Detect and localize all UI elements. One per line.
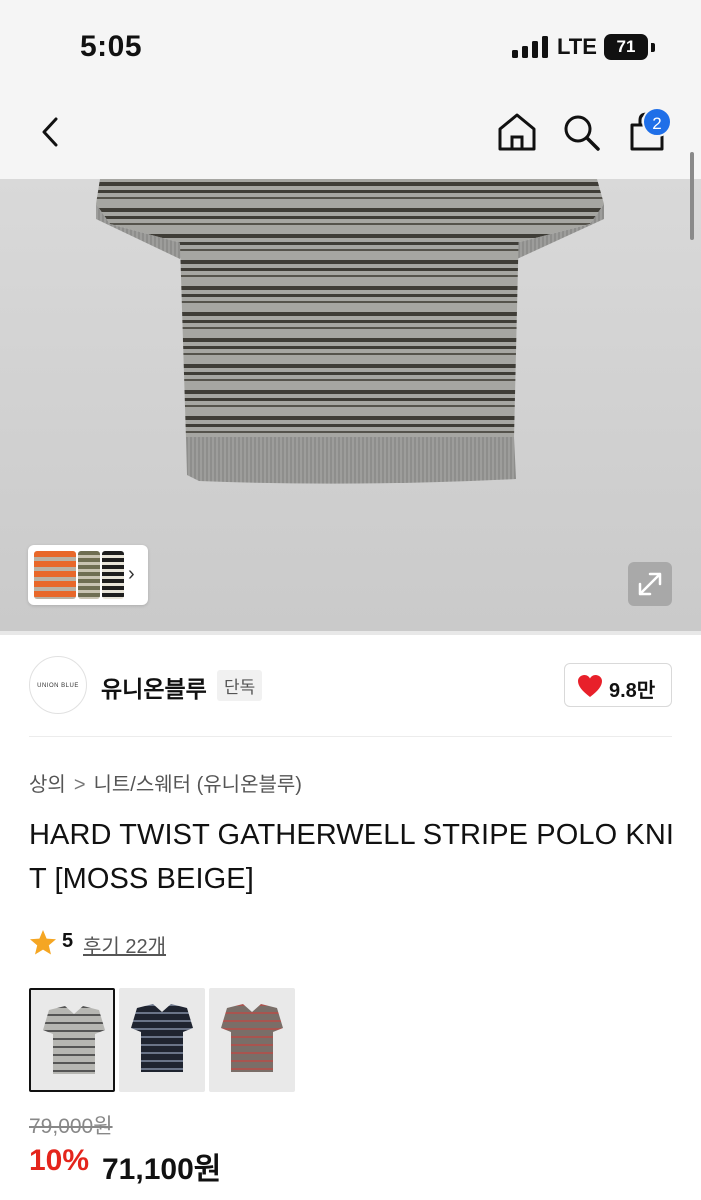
- color-option-moss-beige[interactable]: [29, 988, 115, 1092]
- sale-price: 71,100원: [102, 1153, 222, 1186]
- divider: [29, 736, 672, 737]
- heart-icon: [578, 675, 602, 697]
- breadcrumb: 상의 > 니트/스웨터 (유니온블루): [29, 768, 302, 797]
- original-price: 79,000원: [29, 1115, 113, 1138]
- back-arrow-icon[interactable]: [28, 109, 74, 155]
- chevron-right-icon: ›: [128, 563, 135, 585]
- star-icon: [30, 930, 56, 955]
- polo-knit-image: [43, 1006, 105, 1074]
- battery-icon: 71: [604, 34, 648, 60]
- scroll-indicator: [690, 152, 694, 240]
- discount-rate: 10%: [29, 1144, 90, 1177]
- color-option-brown[interactable]: [209, 988, 295, 1092]
- review-count-link[interactable]: 후기 22개: [83, 930, 166, 959]
- polo-knit-image: [131, 1004, 193, 1072]
- like-count: 9.8만: [609, 680, 656, 702]
- home-icon[interactable]: [494, 109, 540, 155]
- status-time: 5:05: [80, 30, 143, 63]
- brand-name[interactable]: 유니온블루: [101, 670, 207, 704]
- thumbnail-strip-button[interactable]: ›: [28, 545, 148, 605]
- network-label: LTE: [557, 34, 597, 59]
- brand-logo[interactable]: UNION BLUE: [29, 656, 87, 714]
- thumbnail-olive-knit: [78, 551, 100, 599]
- top-nav-bar: [0, 95, 701, 179]
- thumbnail-black-knit: [102, 551, 124, 599]
- breadcrumb-item-top[interactable]: 상의: [29, 774, 66, 796]
- battery-tip: [651, 43, 655, 52]
- exclusive-badge: 단독: [217, 670, 263, 701]
- expand-icon[interactable]: [628, 562, 672, 606]
- product-title: HARD TWIST GATHERWELL STRIPE POLO KNIT […: [29, 819, 675, 895]
- color-option-navy[interactable]: [119, 988, 205, 1092]
- thumbnail-orange-knit: [34, 551, 76, 599]
- polo-knit-image: [221, 1004, 283, 1072]
- search-icon[interactable]: [558, 109, 604, 155]
- breadcrumb-separator: >: [73, 774, 86, 796]
- like-button[interactable]: 9.8만: [564, 663, 672, 707]
- status-bar: 5:05 LTE 71: [0, 0, 701, 95]
- rating-score: 5: [62, 930, 74, 952]
- signal-icon: [512, 36, 550, 58]
- breadcrumb-item-knit[interactable]: 니트/스웨터 (유니온블루): [94, 774, 302, 796]
- section-divider: [0, 631, 701, 635]
- cart-count-badge[interactable]: 2: [642, 107, 672, 137]
